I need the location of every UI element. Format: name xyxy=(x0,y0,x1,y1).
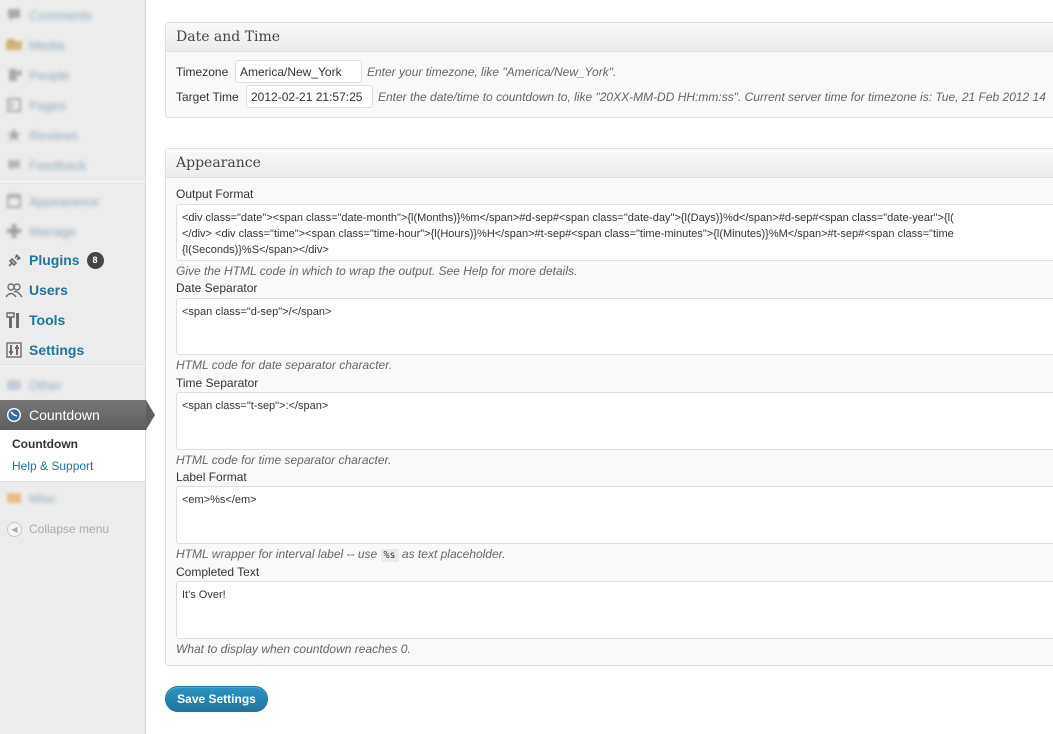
target-time-label: Target Time xyxy=(176,90,239,104)
sidebar-item-manage[interactable]: Manage xyxy=(0,216,145,246)
textarea-line: {l(Seconds)}%S</span></div> xyxy=(182,244,329,256)
submenu-item-countdown[interactable]: Countdown xyxy=(12,437,78,451)
time-separator-hint: HTML code for time separator character. xyxy=(176,453,392,467)
time-separator-textarea[interactable]: <span class="t-sep">:</span> xyxy=(176,392,1053,450)
appearance-icon xyxy=(5,192,23,210)
sidebar-item-label: Comments xyxy=(29,7,92,23)
menu-separator xyxy=(0,366,145,367)
hint-text: as text placeholder. xyxy=(401,547,506,561)
comments-icon xyxy=(5,6,23,24)
sidebar-item-label: Users xyxy=(29,282,68,298)
sidebar-item-label: People xyxy=(29,67,70,83)
label-format-label: Label Format xyxy=(176,470,247,484)
sidebar-item-label: Settings xyxy=(29,342,85,358)
countdown-row: Countdown xyxy=(0,400,145,430)
sidebar-item-label: Media xyxy=(29,37,65,53)
sidebar-item-other[interactable]: Other xyxy=(0,370,145,400)
sidebar-item-pages[interactable]: Pages xyxy=(0,90,145,120)
time-separator-label: Time Separator xyxy=(176,376,259,390)
sidebar-item-feedback[interactable]: Feedback xyxy=(0,150,145,180)
sidebar-item-label: Other xyxy=(29,377,62,393)
textarea-line: <span class="d-sep">/</span> xyxy=(182,306,332,318)
collapse-menu-label: Collapse menu xyxy=(29,522,110,536)
output-format-textarea[interactable]: <div class="date"><span class="date-mont… xyxy=(176,204,1053,261)
textarea-line: It's Over! xyxy=(182,589,226,601)
users-icon xyxy=(5,281,23,299)
sidebar-item-media[interactable]: Media xyxy=(0,30,145,60)
appearance-panel: Appearance Output Format <div class="dat… xyxy=(165,148,1053,666)
sidebar-item-users[interactable]: Users xyxy=(0,275,145,305)
sidebar-item-label: Countdown xyxy=(29,407,100,423)
target-time-hint: Enter the date/time to countdown to, lik… xyxy=(378,90,1046,104)
hint-text: HTML wrapper for interval label -- use xyxy=(176,547,378,561)
sidebar-item-label: Pages xyxy=(29,97,66,113)
plugin-icon xyxy=(5,251,23,269)
sidebar-item-misc[interactable]: Misc xyxy=(0,483,145,513)
timezone-label: Timezone xyxy=(176,65,229,79)
reviews-icon xyxy=(5,126,23,144)
feedback-icon xyxy=(5,156,23,174)
misc-icon xyxy=(5,489,23,507)
placeholder-code: %s xyxy=(380,549,399,562)
date-time-panel: Date and Time Timezone America/New_York … xyxy=(165,22,1053,118)
sidebar-item-countdown[interactable]: Countdown xyxy=(0,400,156,430)
sidebar-item-appearance[interactable]: Appearance xyxy=(0,186,145,216)
manage-icon xyxy=(5,222,23,240)
sidebar-item-label: Feedback xyxy=(29,157,87,173)
menu-separator xyxy=(0,181,145,182)
textarea-line: <em>%s</em> xyxy=(182,494,257,506)
output-format-hint: Give the HTML code in which to wrap the … xyxy=(176,264,578,278)
panel-header: Appearance xyxy=(166,149,1053,178)
collapse-arrow-icon: ◀ xyxy=(7,521,22,537)
countdown-submenu: Countdown Help & Support xyxy=(0,430,145,482)
save-settings-button[interactable]: Save Settings xyxy=(165,686,268,712)
sidebar-item-label: Manage xyxy=(29,223,76,239)
textarea-line: </div> <div class="time"><span class="ti… xyxy=(182,228,954,240)
panel-header: Date and Time xyxy=(166,23,1053,52)
sidebar-item-label: Appearance xyxy=(29,193,100,209)
panel-title: Appearance xyxy=(176,155,261,171)
sidebar-item-comments[interactable]: Comments xyxy=(0,0,145,30)
label-format-textarea[interactable]: <em>%s</em> xyxy=(176,486,1053,544)
sidebar-item-settings[interactable]: Settings xyxy=(0,335,145,365)
app-window: Comments Media People Pages Reviews Feed… xyxy=(0,0,1053,734)
sidebar-item-label: Misc xyxy=(29,490,56,506)
panel-title: Date and Time xyxy=(176,29,281,45)
people-icon xyxy=(5,66,23,84)
output-format-label: Output Format xyxy=(176,187,254,201)
tools-icon xyxy=(5,311,23,329)
collapse-menu-button[interactable]: ◀ Collapse menu xyxy=(0,515,145,543)
clock-icon xyxy=(5,406,23,424)
label-format-hint: HTML wrapper for interval label -- use %… xyxy=(176,547,506,562)
sidebar-item-label: Reviews xyxy=(29,127,79,143)
other-icon xyxy=(5,376,23,394)
update-count-badge: 8 xyxy=(86,251,104,269)
sidebar-item-label: Plugins xyxy=(29,252,80,268)
current-menu-arrow xyxy=(146,400,155,430)
timezone-input[interactable]: America/New_York xyxy=(235,60,362,83)
submenu-item-help-support[interactable]: Help & Support xyxy=(12,459,93,473)
target-time-input[interactable]: 2012-02-21 21:57:25 xyxy=(246,85,373,108)
textarea-line: <div class="date"><span class="date-mont… xyxy=(182,212,954,224)
sidebar-item-label: Tools xyxy=(29,312,66,328)
sidebar-item-plugins[interactable]: Plugins 8 xyxy=(0,245,145,275)
sidebar-item-reviews[interactable]: Reviews xyxy=(0,120,145,150)
timezone-hint: Enter your timezone, like "America/New_Y… xyxy=(367,65,617,79)
date-separator-label: Date Separator xyxy=(176,281,258,295)
completed-text-hint: What to display when countdown reaches 0… xyxy=(176,642,411,656)
media-icon xyxy=(5,36,23,54)
sidebar-item-tools[interactable]: Tools xyxy=(0,305,145,335)
date-separator-hint: HTML code for date separator character. xyxy=(176,358,393,372)
sidebar-item-people[interactable]: People xyxy=(0,60,145,90)
admin-sidebar: Comments Media People Pages Reviews Feed… xyxy=(0,0,155,734)
textarea-line: <span class="t-sep">:</span> xyxy=(182,400,329,412)
pages-icon xyxy=(5,96,23,114)
completed-text-textarea[interactable]: It's Over! xyxy=(176,581,1053,639)
settings-icon xyxy=(5,341,23,359)
completed-text-label: Completed Text xyxy=(176,565,260,579)
date-separator-textarea[interactable]: <span class="d-sep">/</span> xyxy=(176,298,1053,355)
